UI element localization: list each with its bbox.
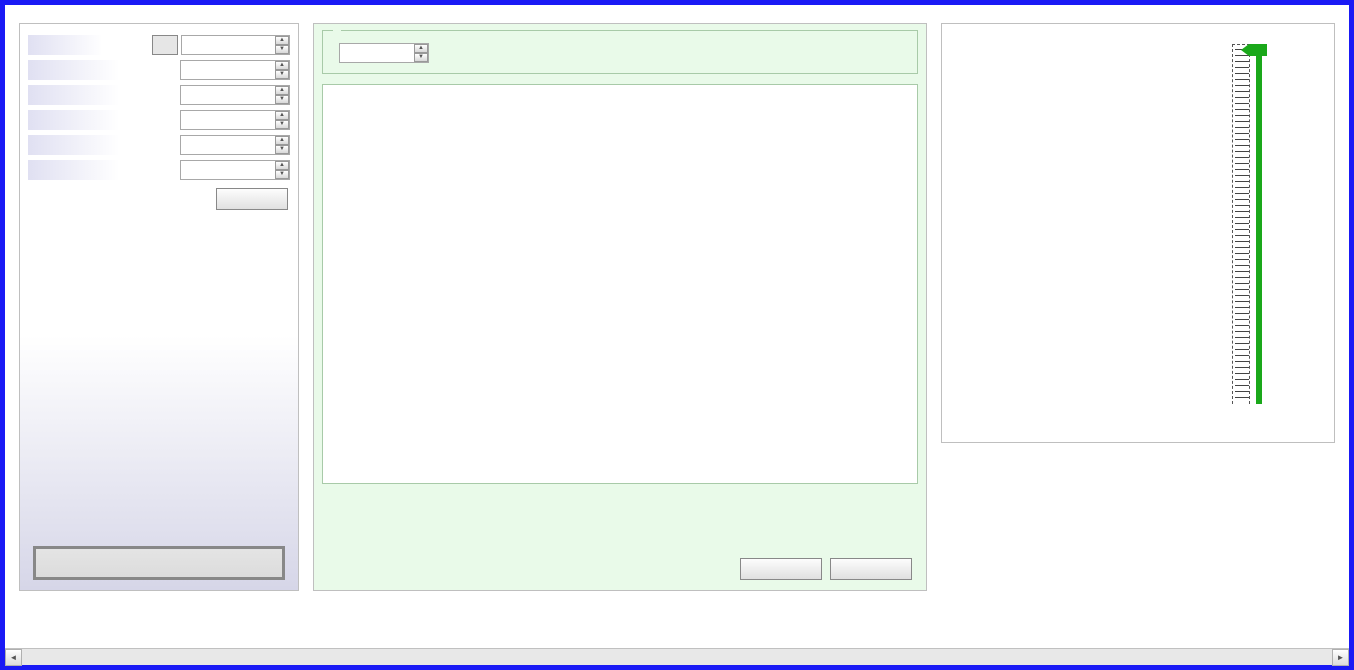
temp-label [28,160,180,180]
trh-down[interactable]: ▼ [275,145,289,154]
sidebar-spacer [28,210,290,546]
indicator-marker[interactable] [1249,44,1267,56]
ferm-down[interactable]: ▼ [275,95,289,104]
trh-label [28,135,180,155]
etude-economique-button[interactable] [33,546,285,580]
mass-up[interactable]: ▲ [275,36,289,45]
gazometre-panel [941,23,1335,443]
ferm-label [28,85,180,105]
trh-up[interactable]: ▲ [275,136,289,145]
trh-spinner[interactable]: ▲▼ [180,135,290,155]
temp-up[interactable]: ▲ [275,161,289,170]
total-spinner[interactable]: ▲▼ [180,110,290,130]
scroll-right-button[interactable]: ► [1332,649,1349,666]
mass-input[interactable] [181,35,290,55]
mass-label [28,35,152,55]
indicator-graphic [1232,44,1312,404]
trh-input[interactable] [180,135,290,155]
temp-spinner[interactable]: ▲▼ [180,160,290,180]
scroll-left-button[interactable]: ◄ [5,649,22,666]
gaz-down[interactable]: ▼ [414,53,428,62]
param-temp-row: ▲▼ [28,159,290,181]
production-panel: ▲▼ [313,23,927,591]
ferm-input[interactable] [180,85,290,105]
total-down[interactable]: ▼ [275,120,289,129]
total-label [28,110,180,130]
division-button[interactable] [740,558,822,580]
water-down[interactable]: ▼ [275,70,289,79]
mass-down[interactable]: ▼ [275,45,289,54]
total-input[interactable] [180,110,290,130]
chart-frame [322,84,918,484]
temp-input[interactable] [180,160,290,180]
param-trh-row: ▲▼ [28,134,290,156]
param-water-row: ▲▼ [28,59,290,81]
water-label [28,60,180,80]
param-ferm-row: ▲▼ [28,84,290,106]
mass-spinner[interactable]: ▲▼ [181,35,290,55]
scroll-track[interactable] [22,649,1332,666]
main-area: ▲▼ ▲▼ ▲▼ ▲▼ [5,5,1349,648]
total-up[interactable]: ▲ [275,111,289,120]
ferm-up[interactable]: ▲ [275,86,289,95]
horizontal-scrollbar[interactable]: ◄ ► [5,648,1349,665]
ok-button[interactable] [216,188,288,210]
chart-title [323,85,917,89]
water-input[interactable] [180,60,290,80]
param-total-row: ▲▼ [28,109,290,131]
gaz-spinner[interactable]: ▲▼ [339,43,429,63]
percent-button[interactable] [152,35,178,55]
fusion-button[interactable] [830,558,912,580]
footer-buttons [740,558,912,580]
production-fieldset: ▲▼ [322,30,918,74]
chart-canvas [333,107,909,459]
temp-down[interactable]: ▼ [275,170,289,179]
water-up[interactable]: ▲ [275,61,289,70]
parameters-panel: ▲▼ ▲▼ ▲▼ ▲▼ [19,23,299,591]
indicator-bar [1256,44,1262,404]
gazometre-graphic [958,42,1188,412]
gaz-up[interactable]: ▲ [414,44,428,53]
param-mass-row: ▲▼ [28,34,290,56]
ferm-spinner[interactable]: ▲▼ [180,85,290,105]
indicator-ruler [1232,44,1250,404]
app-frame: ▲▼ ▲▼ ▲▼ ▲▼ [0,0,1354,670]
water-spinner[interactable]: ▲▼ [180,60,290,80]
indicator-ticks [1235,49,1249,401]
gaz-row: ▲▼ [333,43,907,63]
